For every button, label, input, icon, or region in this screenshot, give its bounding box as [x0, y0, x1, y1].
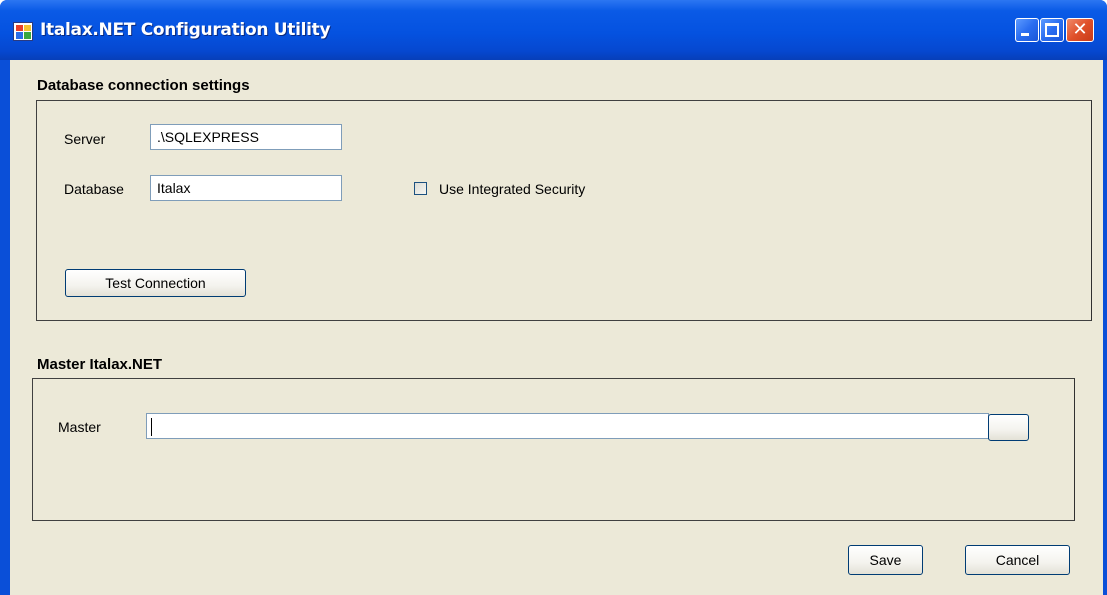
master-section-title: Master Italax.NET	[37, 356, 163, 373]
database-section-title: Database connection settings	[37, 77, 250, 94]
master-input[interactable]	[146, 413, 989, 439]
client-area: Database connection settings Server .\SQ…	[10, 60, 1103, 595]
database-groupbox: Server .\SQLEXPRESS Database Italax Use …	[36, 100, 1092, 321]
maximize-icon	[1045, 23, 1059, 37]
app-icon[interactable]	[13, 22, 33, 41]
maximize-button[interactable]	[1040, 18, 1064, 42]
database-label: Database	[64, 181, 124, 197]
master-label: Master	[58, 419, 101, 435]
integrated-security-checkbox[interactable]	[414, 182, 427, 195]
title-bar[interactable]: Italax.NET Configuration Utility ✕	[0, 0, 1107, 60]
close-icon: ✕	[1072, 19, 1088, 40]
server-input[interactable]: .\SQLEXPRESS	[150, 124, 342, 150]
test-connection-button[interactable]: Test Connection	[65, 269, 246, 297]
cancel-button[interactable]: Cancel	[965, 545, 1070, 575]
master-groupbox: Master	[32, 378, 1075, 521]
integrated-security-label[interactable]: Use Integrated Security	[439, 181, 585, 197]
text-caret	[151, 418, 152, 436]
minimize-button[interactable]	[1015, 18, 1039, 42]
window-title: Italax.NET Configuration Utility	[40, 20, 331, 40]
server-label: Server	[64, 131, 106, 147]
close-button[interactable]: ✕	[1066, 18, 1094, 42]
configuration-window: Italax.NET Configuration Utility ✕ Datab…	[0, 0, 1107, 595]
save-button[interactable]: Save	[848, 545, 923, 575]
browse-button[interactable]	[988, 414, 1029, 441]
minimize-icon	[1021, 33, 1029, 36]
database-input[interactable]: Italax	[150, 175, 342, 201]
